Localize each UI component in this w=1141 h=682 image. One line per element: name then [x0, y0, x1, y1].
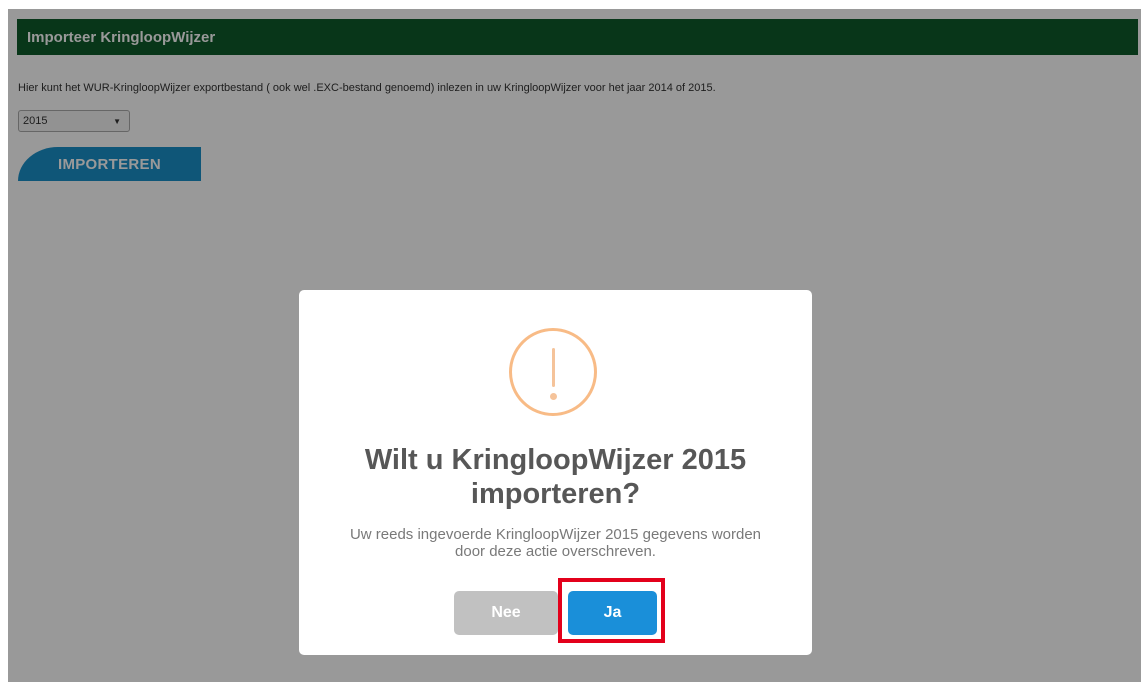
confirm-dialog: Wilt u KringloopWijzer 2015 importeren? …: [299, 290, 812, 655]
cancel-button[interactable]: Nee: [454, 591, 558, 635]
dialog-message-line: Uw reeds ingevoerde KringloopWijzer 2015…: [349, 526, 762, 543]
warning-icon: [509, 328, 597, 416]
dialog-title-line: importeren?: [470, 478, 641, 510]
dialog-title-line: Wilt u KringloopWijzer 2015: [364, 444, 747, 476]
dialog-message-line: door deze actie overschreven.: [455, 543, 656, 560]
dialog-message: Uw reeds ingevoerde KringloopWijzer 2015…: [299, 526, 812, 560]
highlight-box: [558, 578, 665, 643]
dialog-title: Wilt u KringloopWijzer 2015 importeren?: [299, 443, 812, 511]
